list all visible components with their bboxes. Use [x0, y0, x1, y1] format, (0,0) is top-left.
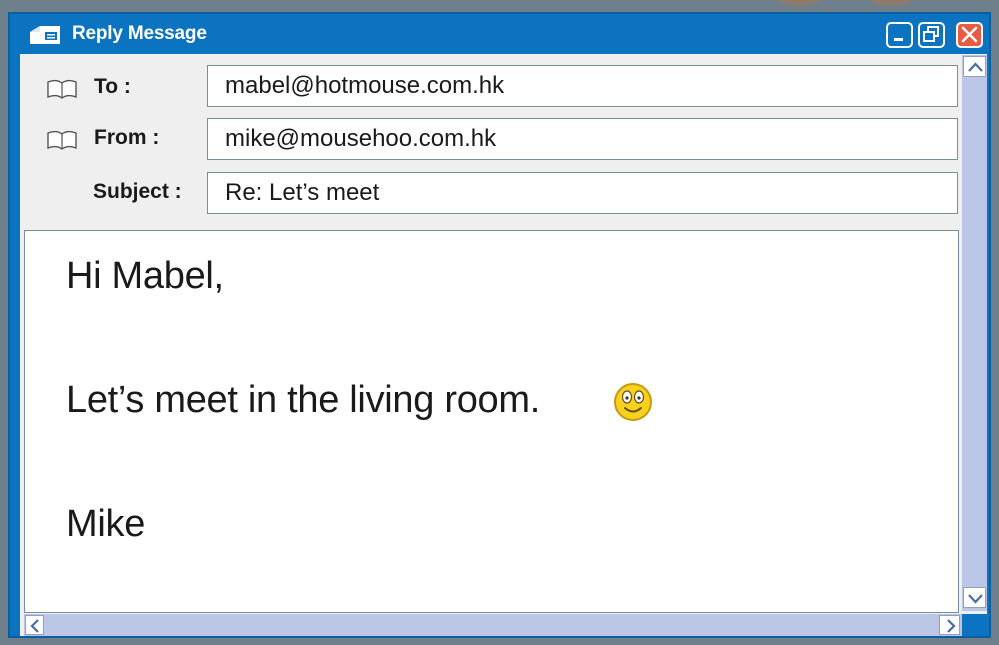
message-client-area: To : mabel@hotmouse.com.hk From : mike@m… — [20, 54, 987, 636]
scroll-down-button[interactable] — [963, 587, 986, 608]
vertical-scrollbar[interactable] — [962, 55, 987, 611]
title-bar[interactable]: Reply Message — [10, 14, 989, 54]
restore-button[interactable] — [918, 22, 945, 48]
message-body[interactable]: Hi Mabel, Let’s meet in the living room.… — [24, 230, 959, 613]
scroll-right-button[interactable] — [939, 615, 960, 635]
minimize-button[interactable] — [886, 22, 913, 48]
close-button[interactable] — [956, 22, 983, 48]
horizontal-scrollbar[interactable] — [24, 614, 962, 636]
chevron-up-icon — [968, 62, 983, 72]
to-field[interactable]: mabel@hotmouse.com.hk — [207, 65, 958, 107]
scroll-up-button[interactable] — [963, 56, 986, 77]
chevron-left-icon — [30, 619, 39, 633]
message-line: Let’s meet in the living room. — [66, 379, 540, 421]
reply-message-window: Reply Message To : mabel@hotmouse.com.hk — [8, 12, 991, 638]
chevron-down-icon — [968, 594, 983, 604]
from-field[interactable]: mike@mousehoo.com.hk — [207, 118, 958, 160]
close-icon — [961, 26, 978, 43]
smiley-face-icon — [614, 383, 652, 421]
background-decoration-right — [868, 0, 914, 6]
subject-label: Subject : — [93, 180, 182, 203]
scroll-left-button[interactable] — [25, 615, 44, 635]
from-label: From : — [94, 126, 160, 149]
subject-field[interactable]: Re: Let’s meet — [207, 172, 958, 214]
scrollbar-corner — [962, 614, 987, 636]
address-book-icon[interactable] — [46, 78, 78, 100]
message-greeting: Hi Mabel, — [66, 255, 224, 297]
chevron-right-icon — [947, 619, 956, 633]
envelope-icon — [30, 26, 60, 44]
window-title: Reply Message — [72, 23, 207, 44]
to-label: To : — [94, 75, 131, 98]
address-book-icon[interactable] — [46, 129, 78, 151]
restore-icon — [923, 26, 939, 42]
message-signature: Mike — [66, 503, 146, 545]
background-decoration-left — [776, 0, 822, 6]
minimize-icon — [894, 38, 903, 41]
